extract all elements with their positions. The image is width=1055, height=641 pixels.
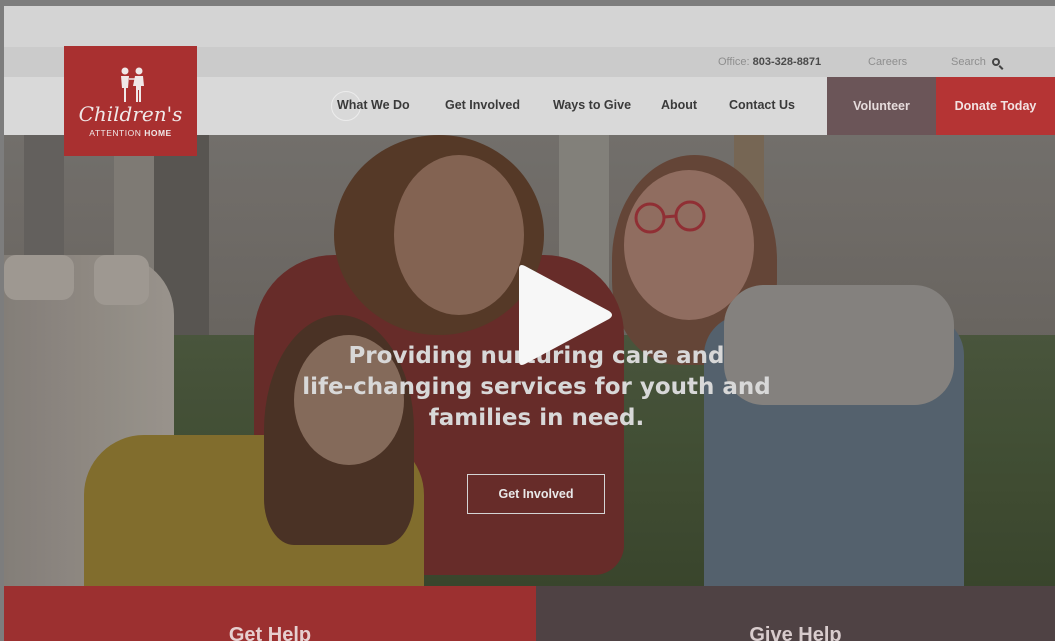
search-icon[interactable] [991, 58, 1000, 66]
donate-today-button[interactable]: Donate Today [936, 77, 1055, 135]
nav-about[interactable]: About [661, 98, 697, 112]
children-figures-icon [121, 67, 144, 102]
shoe [94, 255, 149, 305]
logo-sub-bold: HOME [144, 128, 172, 138]
give-help-panel[interactable]: Give Help [536, 586, 1055, 641]
browser-top-strip [4, 6, 1055, 47]
boy-face [394, 155, 524, 315]
hero-headline-line3: families in need. [428, 405, 645, 431]
nav-get-involved[interactable]: Get Involved [445, 98, 520, 112]
hero-get-involved-button[interactable]: Get Involved [467, 474, 605, 514]
nav-contact-us[interactable]: Contact Us [729, 98, 795, 112]
search-link[interactable]: Search [951, 56, 1000, 68]
careers-link[interactable]: Careers [868, 56, 907, 68]
logo-script-text: Children's [78, 102, 183, 126]
bottom-panels: Get Help Give Help [4, 586, 1055, 641]
office-phone[interactable]: Office: 803-328-8871 [718, 56, 821, 68]
hero-video[interactable]: Providing nurturing care and life-changi… [4, 135, 1055, 586]
play-icon[interactable] [509, 263, 614, 368]
get-help-panel[interactable]: Get Help [4, 586, 536, 641]
girl-right-face [624, 170, 754, 320]
search-label: Search [951, 56, 986, 68]
nav-what-we-do[interactable]: What We Do [337, 98, 410, 112]
office-phone-label: Office: [718, 56, 753, 68]
shoe [4, 255, 74, 300]
office-phone-number[interactable]: 803-328-8871 [753, 56, 822, 68]
logo-subtext: ATTENTION HOME [64, 128, 197, 138]
nav-ways-to-give[interactable]: Ways to Give [553, 98, 631, 112]
volunteer-button[interactable]: Volunteer [827, 77, 936, 135]
hero-headline-line2: life-changing services for youth and [302, 374, 771, 400]
page-frame: Office: 803-328-8871 Careers Search What… [4, 6, 1055, 641]
logo-sub-light: ATTENTION [89, 128, 145, 138]
glasses-icon [634, 200, 706, 234]
site-logo[interactable]: Children's ATTENTION HOME [64, 46, 197, 156]
